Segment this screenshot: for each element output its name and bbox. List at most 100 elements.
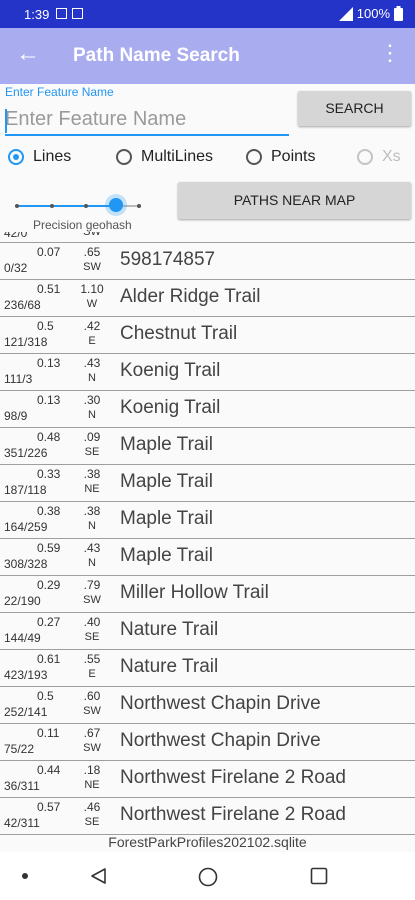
row-distance: 0.51 <box>37 282 61 296</box>
system-nav-bar <box>0 852 415 900</box>
list-item[interactable]: 0.44 36/311 .18 NE Northwest Firelane 2 Road <box>0 761 415 798</box>
row-direction: NE <box>84 779 100 791</box>
list-item[interactable]: 0.29 22/190 .79 SW Miller Hollow Trail <box>0 576 415 613</box>
home-icon[interactable] <box>198 867 218 887</box>
row-angles: 42/311 <box>4 816 40 830</box>
list-item-partial: 42/0 SW <box>0 232 415 243</box>
row-path-name: Maple Trail <box>120 545 213 566</box>
row-distance: 0.13 <box>37 393 61 407</box>
database-filename: ForestParkProfiles202102.sqlite <box>108 834 307 850</box>
row-angles: 42/0 <box>4 232 28 240</box>
row-distance: 0.61 <box>37 652 61 666</box>
row-direction: SW <box>83 594 101 606</box>
overflow-menu-icon[interactable]: ⋮ <box>379 42 401 64</box>
row-distance: 0.13 <box>37 356 61 370</box>
list-item[interactable]: 0.13 98/9 .30 N Koenig Trail <box>0 391 415 428</box>
results-list[interactable]: 42/0 SW 0.07 0/32 .65 SW 598174857 0.51 236/68… <box>0 232 415 835</box>
status-bar: 1:39 100% <box>0 0 415 28</box>
back-arrow-icon[interactable]: ← <box>16 42 40 66</box>
row-angles: 423/193 <box>4 668 48 682</box>
row-angles: 187/118 <box>4 483 47 497</box>
signal-icon <box>338 6 353 21</box>
row-path-name: Koenig Trail <box>120 360 221 381</box>
row-path-name: Northwest Chapin Drive <box>120 693 321 714</box>
row-angles: 144/49 <box>4 631 41 645</box>
row-direction: E <box>88 335 96 347</box>
list-item[interactable]: 0.57 42/311 .46 SE Northwest Firelane 2 Road <box>0 798 415 835</box>
row-grade: .67 <box>83 726 101 740</box>
list-item[interactable]: 0.48 351/226 .09 SE Maple Trail <box>0 428 415 465</box>
list-item[interactable]: 0.51 236/68 1.10 W Alder Ridge Trail <box>0 280 415 317</box>
menu-dot-icon[interactable] <box>22 873 28 879</box>
text-cursor <box>5 109 7 133</box>
radio-label: Points <box>271 148 316 165</box>
row-grade: .09 <box>83 430 101 444</box>
search-hint-label: Enter Feature Name <box>5 85 114 99</box>
list-item[interactable]: 0.59 308/328 .43 N Maple Trail <box>0 539 415 576</box>
radio-points[interactable]: Points <box>246 148 315 166</box>
row-grade: .40 <box>83 615 101 629</box>
row-path-name: 598174857 <box>120 249 216 270</box>
list-item[interactable]: 0.13 111/3 .43 N Koenig Trail <box>0 354 415 391</box>
search-button[interactable]: SEARCH <box>298 91 411 126</box>
list-item[interactable]: 0.33 187/118 .38 NE Maple Trail <box>0 465 415 502</box>
row-grade: .79 <box>83 578 101 592</box>
row-distance: 0.57 <box>37 800 61 814</box>
row-grade: .43 <box>83 541 101 555</box>
slider-fill <box>15 205 116 207</box>
row-distance: 0.38 <box>37 504 61 518</box>
radio-multilines[interactable]: MultiLines <box>116 148 213 166</box>
list-item[interactable]: 0.5 121/318 .42 E Chestnut Trail <box>0 317 415 354</box>
list-item[interactable]: 0.11 75/22 .67 SW Northwest Chapin Drive <box>0 724 415 761</box>
app-bar: ← Path Name Search ⋮ <box>0 28 415 84</box>
row-angles: 111/3 <box>4 372 33 386</box>
row-path-name: Nature Trail <box>120 656 219 677</box>
list-item[interactable]: 0.5 252/141 .60 SW Northwest Chapin Drive <box>0 687 415 724</box>
precision-slider[interactable] <box>15 198 141 212</box>
radio-label: Lines <box>33 148 72 165</box>
list-item[interactable]: 0.61 423/193 .55 E Nature Trail <box>0 650 415 687</box>
row-grade: .43 <box>83 356 101 370</box>
row-direction: N <box>88 409 96 421</box>
row-distance: 0.33 <box>37 467 61 481</box>
slider-thumb[interactable] <box>109 198 123 212</box>
row-distance: 0.07 <box>37 245 61 259</box>
row-path-name: Northwest Firelane 2 Road <box>120 804 346 825</box>
row-distance: 0.29 <box>37 578 61 592</box>
row-angles: 236/68 <box>4 298 41 312</box>
radio-lines[interactable]: Lines <box>8 148 71 166</box>
list-item[interactable]: 0.38 164/259 .38 N Maple Trail <box>0 502 415 539</box>
slider-tick <box>50 204 54 208</box>
row-angles: 98/9 <box>4 409 28 423</box>
precision-label: Precision geohash <box>33 218 132 232</box>
back-nav-icon[interactable] <box>89 867 107 885</box>
image-icon <box>56 8 67 19</box>
row-direction: SE <box>84 446 100 458</box>
row-direction: SW <box>83 705 101 717</box>
radio-xs: Xs <box>357 148 401 166</box>
radio-circle-icon <box>116 149 132 165</box>
row-distance: 0.44 <box>37 763 61 777</box>
row-grade: .60 <box>83 689 101 703</box>
row-direction: N <box>88 520 96 532</box>
row-path-name: Koenig Trail <box>120 397 221 418</box>
row-grade: .30 <box>83 393 101 407</box>
row-angles: 75/22 <box>4 742 35 756</box>
row-direction: W <box>86 298 98 310</box>
radio-circle-icon <box>8 149 24 165</box>
row-angles: 121/318 <box>4 335 48 349</box>
row-grade: .55 <box>83 652 101 666</box>
page-title: Path Name Search <box>73 45 240 66</box>
row-path-name: Maple Trail <box>120 508 213 529</box>
feature-name-input[interactable] <box>5 104 289 136</box>
list-item[interactable]: 0.07 0/32 .65 SW 598174857 <box>0 243 415 280</box>
document-icon <box>72 8 83 19</box>
paths-near-map-button[interactable]: PATHS NEAR MAP <box>178 182 411 219</box>
row-distance: 0.5 <box>37 319 54 333</box>
row-angles: 351/226 <box>4 446 48 460</box>
recents-icon[interactable] <box>310 867 328 885</box>
row-direction: SW <box>83 742 101 754</box>
list-item[interactable]: 0.27 144/49 .40 SE Nature Trail <box>0 613 415 650</box>
radio-circle-icon <box>357 149 373 165</box>
row-path-name: Northwest Firelane 2 Road <box>120 767 346 788</box>
